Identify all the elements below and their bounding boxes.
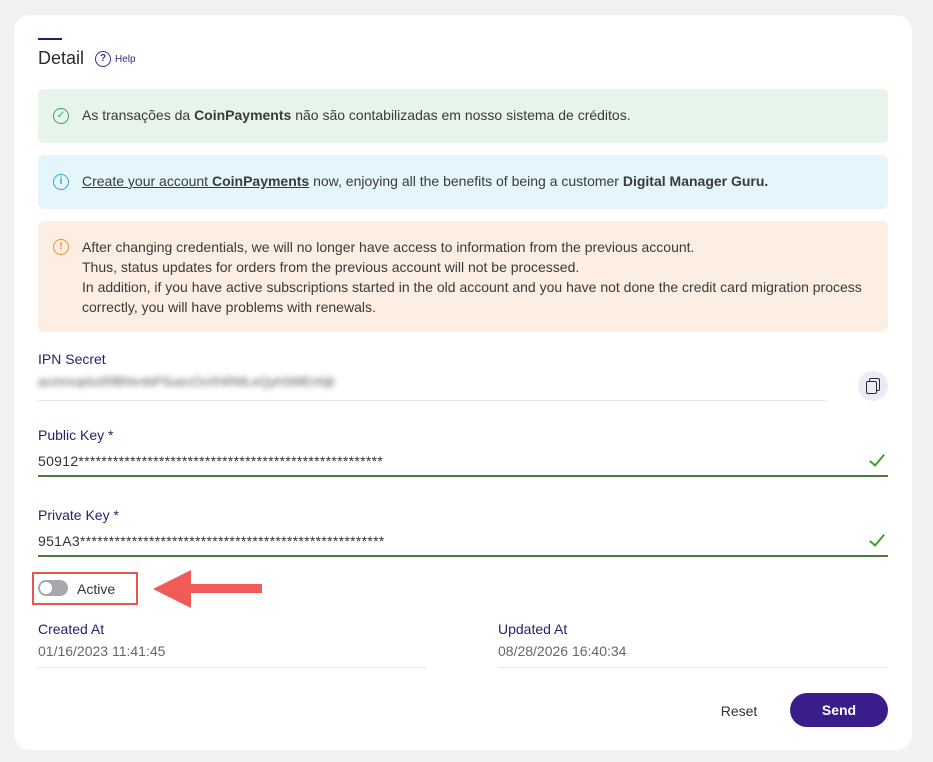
public-key-underline (38, 475, 888, 477)
private-key-input[interactable]: 951A3***********************************… (38, 533, 385, 549)
warning-alert-text: After changing credentials, we will no l… (82, 239, 862, 315)
warning-circle-icon: ! (53, 239, 69, 255)
copy-ipn-secret-button[interactable] (858, 371, 888, 401)
updated-at-label: Updated At (498, 621, 568, 637)
page-title: Detail (38, 48, 85, 68)
warning-alert: ! After changing credentials, we will no… (38, 221, 888, 332)
info-alert-text: Create your account CoinPayments now, en… (82, 173, 769, 189)
success-alert-text: As transações da CoinPayments não são co… (82, 107, 631, 123)
help-label: Help (115, 53, 136, 65)
reset-button[interactable]: Reset (706, 699, 772, 723)
active-toggle-label: Active (77, 581, 116, 597)
toggle-knob (40, 582, 52, 594)
public-key-input[interactable]: 50912***********************************… (38, 453, 383, 469)
ipn-secret-underline (38, 400, 826, 401)
send-button[interactable]: Send (790, 693, 888, 727)
created-at-value: 01/16/2023 11:41:45 (38, 643, 166, 659)
success-alert: ✓ As transações da CoinPayments não são … (38, 89, 888, 143)
info-alert: i Create your account CoinPayments now, … (38, 155, 888, 209)
created-at-label: Created At (38, 621, 105, 637)
help-link[interactable]: ? Help (95, 51, 136, 67)
help-circle-icon: ? (95, 51, 111, 67)
check-circle-icon: ✓ (53, 108, 69, 124)
annotation-arrow-shaft (188, 584, 262, 593)
title-accent-bar (38, 38, 62, 40)
active-toggle[interactable] (38, 580, 68, 596)
ipn-secret-label: IPN Secret (38, 351, 106, 367)
info-circle-icon: i (53, 174, 69, 190)
created-at-underline (38, 667, 427, 668)
create-account-link[interactable]: Create your account CoinPayments (82, 173, 309, 189)
updated-at-underline (498, 667, 888, 668)
updated-at-value: 08/28/2026 16:40:34 (498, 643, 627, 659)
private-key-label: Private Key * (38, 507, 119, 523)
public-key-label: Public Key * (38, 427, 114, 443)
private-key-underline (38, 555, 888, 557)
ipn-secret-value[interactable]: acmnvqrkzt5f8hlvnbPSuecOxXhRMLeQyhSMEnhj… (38, 374, 335, 389)
annotation-arrow-icon (153, 570, 191, 608)
